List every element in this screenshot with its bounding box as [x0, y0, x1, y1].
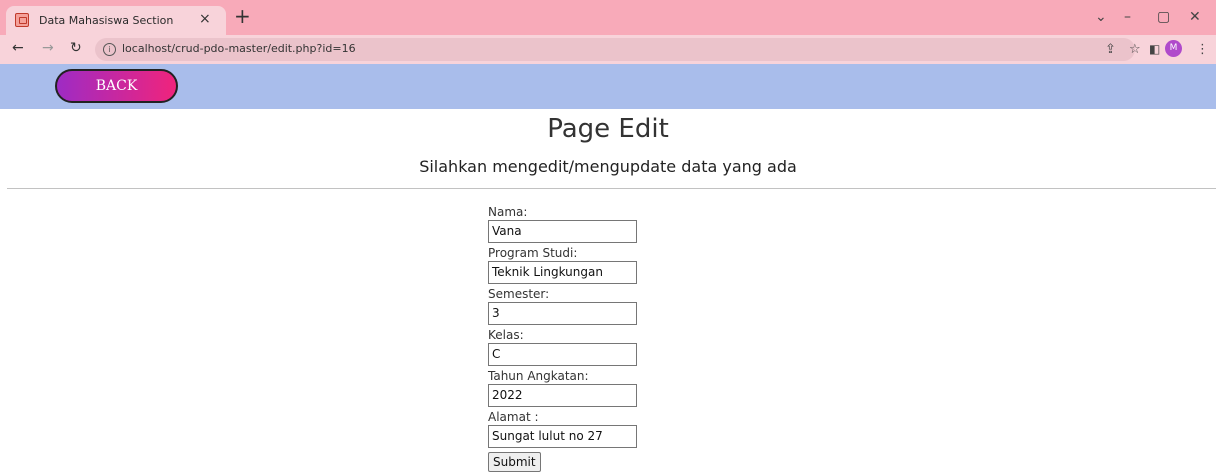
page-title: Page Edit — [547, 114, 669, 144]
kelas-label: Kelas: — [488, 328, 524, 342]
submit-button[interactable]: Submit — [488, 452, 541, 472]
chevron-down-icon[interactable]: ⌄ — [1095, 9, 1107, 25]
close-window-icon[interactable]: ✕ — [1189, 9, 1201, 25]
restore-icon[interactable]: ▢ — [1157, 9, 1170, 25]
share-icon[interactable]: ⇪ — [1105, 42, 1116, 57]
browser-toolbar: ← → ↻ i localhost/crud-pdo-master/edit.p… — [0, 35, 1216, 64]
kelas-input[interactable]: C — [488, 343, 637, 366]
program-studi-input[interactable]: Teknik Lingkungan — [488, 261, 637, 284]
favicon-icon — [15, 13, 29, 27]
divider — [7, 188, 1216, 189]
address-bar[interactable]: i localhost/crud-pdo-master/edit.php?id=… — [95, 38, 1135, 61]
tahun-angkatan-input[interactable]: 2022 — [488, 384, 637, 407]
back-arrow-icon[interactable]: ← — [12, 40, 24, 56]
tab-title: Data Mahasiswa Section — [39, 14, 174, 27]
bookmark-star-icon[interactable]: ☆ — [1129, 42, 1141, 57]
tab-close-icon[interactable]: × — [199, 11, 211, 27]
minimize-icon[interactable]: – — [1124, 9, 1131, 25]
alamat-label: Alamat : — [488, 410, 539, 424]
page-subtitle: Silahkan mengedit/mengupdate data yang a… — [419, 157, 797, 176]
back-button[interactable]: BACK — [55, 69, 178, 103]
semester-label: Semester: — [488, 287, 550, 301]
info-icon[interactable]: i — [103, 43, 116, 56]
program-studi-label: Program Studi: — [488, 246, 578, 260]
nama-input[interactable]: Vana — [488, 220, 637, 243]
semester-input[interactable]: 3 — [488, 302, 637, 325]
menu-kebab-icon[interactable]: ⋮ — [1196, 42, 1209, 57]
reload-icon[interactable]: ↻ — [70, 40, 82, 56]
forward-arrow-icon[interactable]: → — [42, 40, 54, 56]
alamat-input[interactable]: Sungat lulut no 27 — [488, 425, 637, 448]
nav-band: BACK — [0, 64, 1216, 109]
edit-form: Nama: Vana Program Studi: Teknik Lingkun… — [488, 204, 648, 472]
new-tab-icon[interactable]: + — [234, 6, 251, 26]
browser-tab-strip: Data Mahasiswa Section × + ⌄ – ▢ ✕ — [0, 0, 1216, 36]
sidepanel-icon[interactable]: ◧ — [1149, 42, 1160, 56]
profile-avatar[interactable]: M — [1165, 40, 1182, 57]
browser-tab[interactable]: Data Mahasiswa Section × — [6, 6, 226, 36]
url-text[interactable]: localhost/crud-pdo-master/edit.php?id=16 — [122, 42, 356, 55]
nama-label: Nama: — [488, 205, 528, 219]
tahun-angkatan-label: Tahun Angkatan: — [488, 369, 589, 383]
